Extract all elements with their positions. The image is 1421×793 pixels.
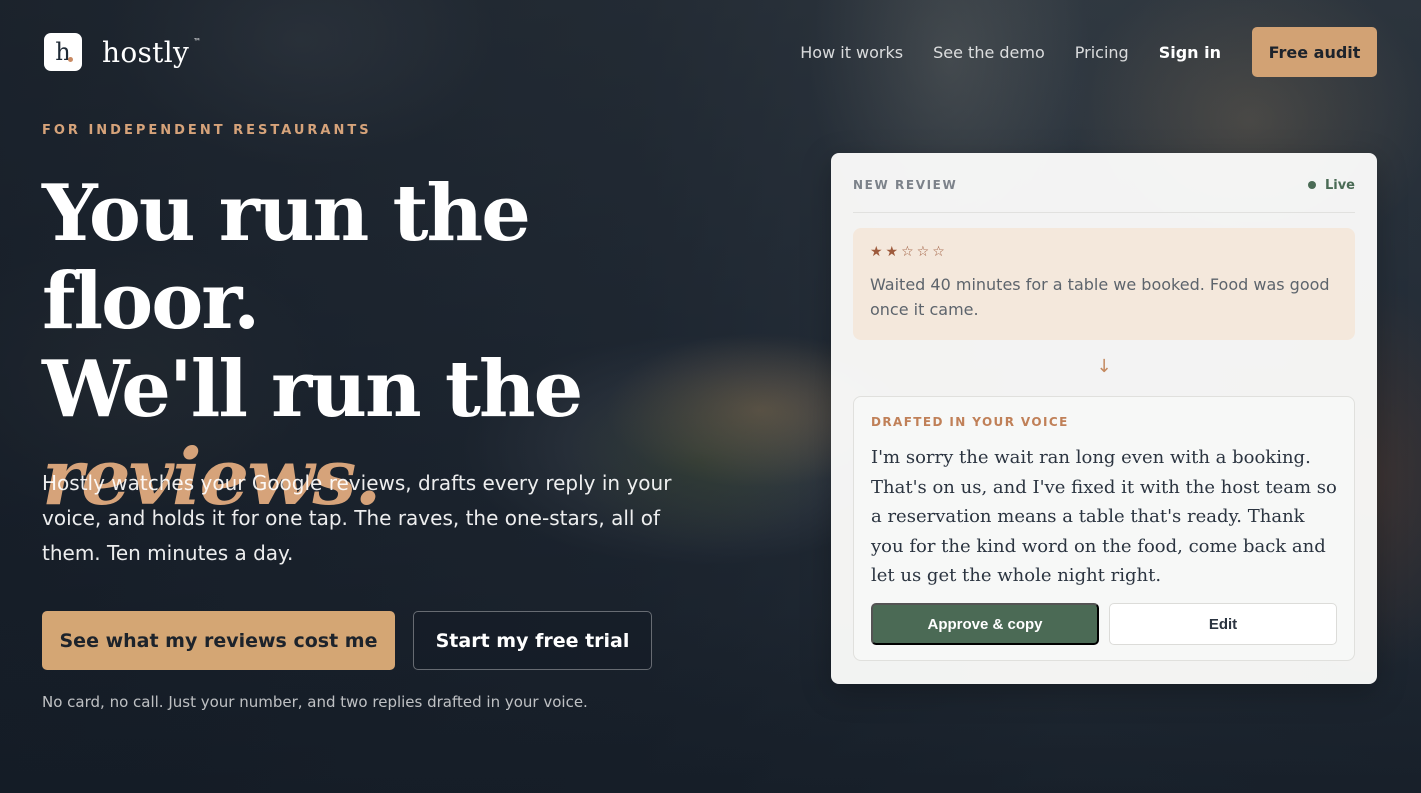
review-demo-card: NEW REVIEW Live ★★☆☆☆ Waited 40 minutes … — [831, 153, 1377, 684]
nav-link-how-it-works[interactable]: How it works — [800, 43, 903, 62]
brand-name[interactable]: hostly — [102, 36, 189, 69]
see-review-cost-button[interactable]: See what my reviews cost me — [42, 611, 395, 670]
logo-letter: h — [55, 38, 71, 66]
approve-copy-button[interactable]: Approve & copy — [871, 603, 1099, 645]
edit-button[interactable]: Edit — [1109, 603, 1337, 645]
card-label: NEW REVIEW — [853, 178, 958, 192]
top-nav: h hostly ™ How it works See the demo Pri… — [44, 27, 1377, 77]
nav-links: How it works See the demo Pricing Sign i… — [770, 27, 1377, 77]
incoming-review: ★★☆☆☆ Waited 40 minutes for a table we b… — [853, 228, 1355, 340]
nav-link-pricing[interactable]: Pricing — [1075, 43, 1129, 62]
trademark-mark: ™ — [193, 37, 202, 46]
live-status: Live — [1307, 177, 1355, 193]
logo-dot — [68, 57, 73, 62]
start-free-trial-button[interactable]: Start my free trial — [413, 611, 652, 670]
hero-eyebrow: FOR INDEPENDENT RESTAURANTS — [42, 123, 372, 138]
draft-text: I'm sorry the wait ran long even with a … — [871, 447, 1337, 586]
hero-subhead: Hostly watches your Google reviews, draf… — [42, 471, 672, 565]
star-rating-icon: ★★☆☆☆ — [870, 244, 948, 260]
free-audit-button[interactable]: Free audit — [1252, 27, 1377, 77]
headline-line-1: You run the floor. — [42, 168, 531, 347]
card-divider — [853, 212, 1355, 213]
draft-label: DRAFTED IN YOUR VOICE — [871, 415, 1069, 429]
draft-actions: Approve & copy Edit — [871, 603, 1337, 645]
sign-in-link[interactable]: Sign in — [1159, 43, 1221, 62]
review-text: Waited 40 minutes for a table we booked.… — [870, 275, 1330, 319]
live-status-label: Live — [1324, 177, 1355, 193]
logo-icon[interactable]: h — [44, 33, 82, 71]
drafted-reply: DRAFTED IN YOUR VOICE I'm sorry the wait… — [853, 396, 1355, 661]
live-dot-icon — [1307, 181, 1316, 189]
card-header: NEW REVIEW Live — [853, 177, 1355, 193]
headline-line-2: We'll run the — [42, 344, 583, 435]
hero-fineprint: No card, no call. Just your number, and … — [42, 693, 588, 711]
nav-link-see-the-demo[interactable]: See the demo — [933, 43, 1045, 62]
arrow-down-icon: ↓ — [1096, 356, 1112, 377]
